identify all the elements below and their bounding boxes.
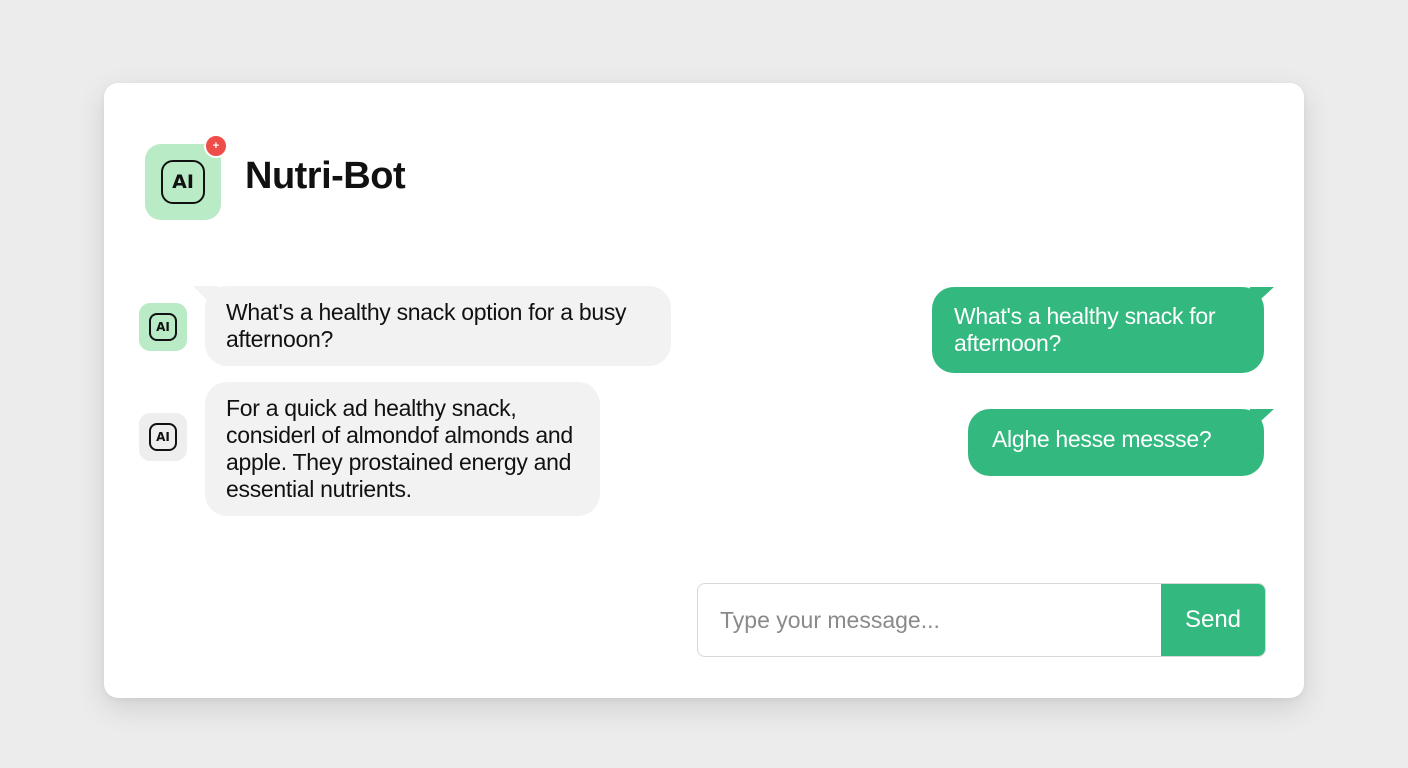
- app-title: Nutri-Bot: [245, 155, 406, 197]
- message-composer: Send: [697, 583, 1266, 657]
- notification-badge: +: [204, 134, 228, 158]
- bot-message-bubble: For a quick ad healthy snack, considerl …: [205, 382, 600, 516]
- ai-icon: AI: [149, 423, 177, 451]
- user-message-bubble: Alghe hesse messse?: [968, 409, 1264, 476]
- bot-avatar: AI: [139, 413, 187, 461]
- user-message-bubble: What's a healthy snack for afternoon?: [932, 287, 1264, 373]
- ai-icon: AI: [161, 160, 205, 204]
- ai-icon: AI: [149, 313, 177, 341]
- bot-message-bubble: What's a healthy snack option for a busy…: [205, 286, 671, 366]
- chat-window: AI + Nutri-Bot AI What's a healthy snack…: [104, 83, 1304, 698]
- bot-avatar: AI: [139, 303, 187, 351]
- message-input[interactable]: [698, 584, 1161, 656]
- send-button[interactable]: Send: [1161, 584, 1265, 656]
